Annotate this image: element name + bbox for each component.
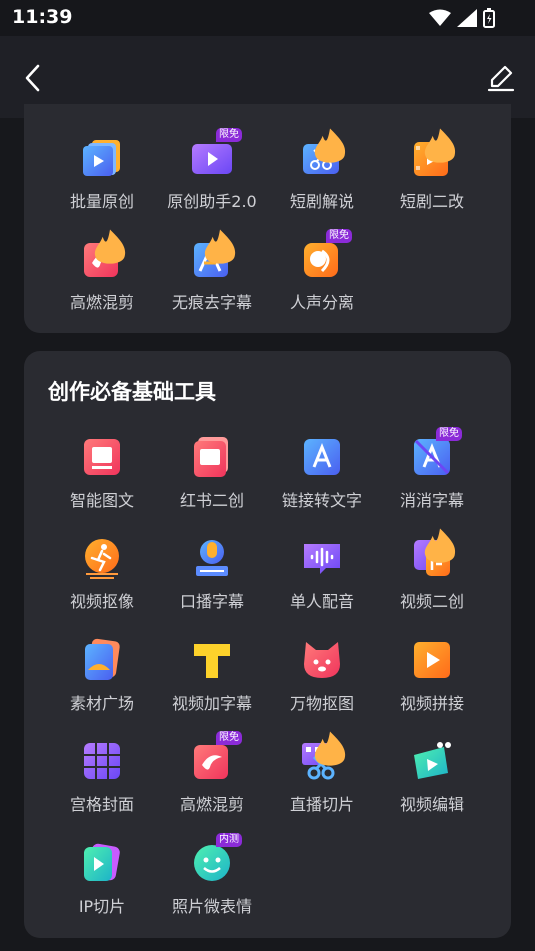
tool-label: 视频拼接 <box>399 694 464 713</box>
tool-live-clip[interactable]: 直播切片 <box>267 731 377 829</box>
live-clip-icon <box>300 731 346 783</box>
status-icons <box>429 8 495 28</box>
tool-label: 万物抠图 <box>289 694 354 713</box>
tool-vocal-separation[interactable]: 限免 人声分离 <box>267 229 377 327</box>
tool-label: 红书二创 <box>179 491 244 510</box>
badge-free: 限免 <box>216 128 242 142</box>
tool-video-add-subtitle[interactable]: 视频加字幕 <box>157 638 267 728</box>
tool-label: 视频抠像 <box>69 592 134 611</box>
tool-label: 宫格封面 <box>69 795 134 814</box>
tool-highlight-mix[interactable]: 高燃混剪 <box>47 229 157 327</box>
tool-label: 高燃混剪 <box>179 795 244 814</box>
tool-object-cutout[interactable]: 万物抠图 <box>267 638 377 728</box>
chevron-left-icon <box>25 64 40 92</box>
tool-label: IP切片 <box>78 897 126 916</box>
hot-flame-icon <box>424 128 456 163</box>
video-remix-icon <box>410 528 456 580</box>
drama-commentary-icon <box>300 128 346 180</box>
link-to-text-icon <box>300 435 344 479</box>
object-cutout-icon <box>300 638 344 682</box>
video-splice-icon <box>410 638 454 682</box>
tool-label: 消消字幕 <box>399 491 464 510</box>
single-dubbing-icon <box>300 536 344 580</box>
edit-pencil-icon <box>487 65 515 92</box>
tool-original-assistant[interactable]: 限免 原创助手2.0 <box>157 128 267 226</box>
edit-button[interactable] <box>485 60 517 96</box>
tool-label: 直播切片 <box>289 795 354 814</box>
tool-link-to-text[interactable]: 链接转文字 <box>267 435 377 525</box>
tool-label: 单人配音 <box>289 592 354 611</box>
badge-free: 限免 <box>326 229 352 243</box>
tool-label: 素材广场 <box>69 694 134 713</box>
tool-label: 视频加字幕 <box>171 694 252 713</box>
hot-flame-icon <box>314 128 346 163</box>
tool-drama-commentary[interactable]: 短剧解说 <box>267 128 377 226</box>
tools-card-advanced: 批量原创 限免 原创助手2.0 短剧解说 短剧二改 高燃混剪 无痕去字幕 限免 … <box>24 104 511 333</box>
tool-label: 批量原创 <box>69 192 134 211</box>
tools-card-basic: 创作必备基础工具 智能图文 红书二创 链接转文字 限免 消消字幕 视频抠像 口播… <box>24 351 511 938</box>
tool-video-remix[interactable]: 视频二创 <box>377 528 487 626</box>
tool-redbook-remix[interactable]: 红书二创 <box>157 435 267 525</box>
tool-label: 高燃混剪 <box>69 293 134 312</box>
hot-flame-icon <box>204 229 236 264</box>
tool-smart-image-text[interactable]: 智能图文 <box>47 435 157 525</box>
tool-label: 视频编辑 <box>399 795 464 814</box>
video-cutout-icon <box>80 536 124 580</box>
video-edit-icon <box>410 739 454 783</box>
tool-video-splice[interactable]: 视频拼接 <box>377 638 487 728</box>
tool-label: 原创助手2.0 <box>167 192 257 211</box>
remove-subtitle-icon <box>190 229 236 281</box>
tool-label: 人声分离 <box>289 293 354 312</box>
hot-flame-icon <box>94 229 126 264</box>
back-button[interactable] <box>18 60 50 96</box>
status-bar: 11:39 <box>0 0 535 36</box>
hot-flame-icon <box>314 731 346 766</box>
video-add-subtitle-icon <box>190 638 234 682</box>
voice-subtitle-icon <box>190 536 234 580</box>
vocal-separation-icon: 限免 <box>300 229 352 281</box>
tool-photo-micro-expression[interactable]: 内测 照片微表情 <box>157 833 267 931</box>
badge-free: 限免 <box>436 427 462 441</box>
tool-batch-original[interactable]: 批量原创 <box>47 136 157 226</box>
highlight-mix-icon: 限免 <box>190 731 242 783</box>
tool-single-dubbing[interactable]: 单人配音 <box>267 536 377 626</box>
badge-beta: 内测 <box>216 833 242 847</box>
grid-cover-icon <box>80 739 124 783</box>
photo-micro-expression-icon: 内测 <box>190 833 242 885</box>
material-square-icon <box>80 638 124 682</box>
battery-icon <box>483 8 495 28</box>
tool-label: 短剧二改 <box>399 192 464 211</box>
tool-video-cutout[interactable]: 视频抠像 <box>47 536 157 626</box>
status-time: 11:39 <box>12 6 73 28</box>
tool-label: 短剧解说 <box>289 192 354 211</box>
tool-label: 照片微表情 <box>171 897 252 916</box>
original-assistant-icon: 限免 <box>190 128 242 180</box>
hot-flame-icon <box>424 528 456 563</box>
tool-remove-subtitle[interactable]: 无痕去字幕 <box>157 229 267 327</box>
ip-clip-icon <box>80 841 124 885</box>
tool-voice-subtitle[interactable]: 口播字幕 <box>157 536 267 626</box>
tool-video-edit[interactable]: 视频编辑 <box>377 739 487 829</box>
drama-remix-icon <box>410 128 456 180</box>
tool-grid-cover[interactable]: 宫格封面 <box>47 739 157 829</box>
highlight-mix-icon <box>80 229 126 281</box>
tool-label: 视频二创 <box>399 592 464 611</box>
erase-subtitle-icon: 限免 <box>410 427 462 479</box>
tool-label: 链接转文字 <box>281 491 362 510</box>
batch-original-icon <box>80 136 124 180</box>
tool-highlight-mix-2[interactable]: 限免 高燃混剪 <box>157 731 267 829</box>
redbook-remix-icon <box>190 435 234 479</box>
tool-label: 智能图文 <box>69 491 134 510</box>
badge-free: 限免 <box>216 731 242 745</box>
signal-icon <box>457 9 477 27</box>
tool-label: 无痕去字幕 <box>171 293 252 312</box>
tool-label: 口播字幕 <box>179 592 244 611</box>
tool-material-square[interactable]: 素材广场 <box>47 638 157 728</box>
section-title: 创作必备基础工具 <box>48 380 216 404</box>
tool-drama-remix[interactable]: 短剧二改 <box>377 128 487 226</box>
tool-ip-clip[interactable]: IP切片 <box>47 841 157 931</box>
tool-erase-subtitle[interactable]: 限免 消消字幕 <box>377 427 487 525</box>
wifi-icon <box>429 9 451 26</box>
smart-image-text-icon <box>80 435 124 479</box>
